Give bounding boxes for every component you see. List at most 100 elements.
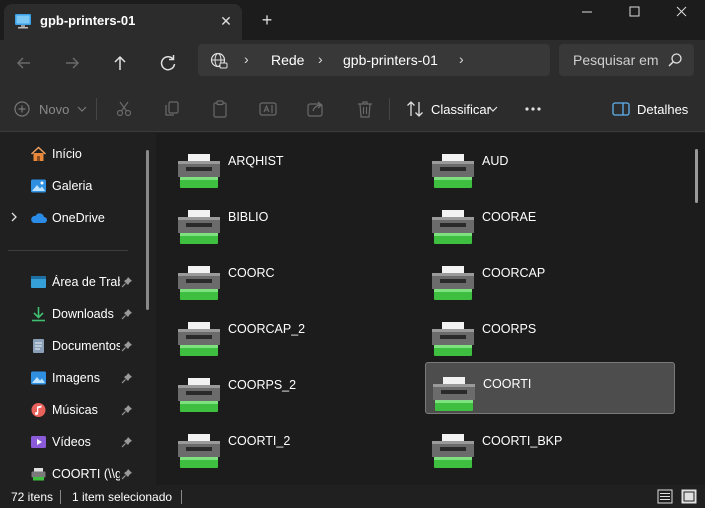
sidebar-item-documentos[interactable]: Documentos (0, 332, 140, 360)
sidebar-item-area-de-trabalho[interactable]: Área de Trabalho (0, 268, 140, 296)
copy-icon[interactable] (162, 100, 182, 118)
title-bar: gpb-printers-01 ✕ + (0, 0, 705, 40)
home-icon (30, 146, 47, 161)
printer-icon (178, 378, 220, 412)
cut-icon[interactable] (114, 100, 134, 118)
printer-item-coorps-2[interactable]: COORPS_2 (156, 363, 406, 415)
back-arrow-icon[interactable] (10, 49, 38, 77)
pin-icon[interactable] (121, 436, 133, 448)
pin-icon[interactable] (121, 276, 133, 288)
printer-name: COORPS (482, 322, 537, 336)
printer-name: COORPS_2 (228, 378, 297, 392)
sidebar-item-musicas[interactable]: Músicas (0, 396, 140, 424)
share-icon[interactable] (306, 100, 326, 118)
sidebar-scrollbar[interactable] (146, 150, 149, 310)
sidebar-item-inicio[interactable]: Início (0, 140, 140, 168)
new-button[interactable]: Novo (39, 102, 69, 117)
details-button[interactable]: Detalhes (637, 102, 688, 117)
printer-icon (178, 434, 220, 468)
printer-name: COORAE (482, 210, 537, 224)
breadcrumb-chevron[interactable]: › (459, 51, 464, 67)
printer-icon (178, 322, 220, 356)
sidebar-item-coorti-printer[interactable]: COORTI (\\gpb-printers-01) (0, 460, 140, 485)
sidebar-item-imagens[interactable]: Imagens (0, 364, 140, 392)
sidebar-item-label: Vídeos (52, 435, 91, 449)
sidebar-item-galeria[interactable]: Galeria (0, 172, 140, 200)
more-options-icon[interactable] (523, 100, 543, 118)
printer-icon (432, 210, 474, 244)
sidebar-item-downloads[interactable]: Downloads (0, 300, 140, 328)
search-box[interactable] (559, 44, 694, 76)
sort-icon[interactable] (405, 100, 425, 118)
pin-icon[interactable] (121, 372, 133, 384)
sidebar-item-label: Documentos (52, 339, 120, 353)
up-arrow-icon[interactable] (106, 49, 134, 77)
search-input[interactable] (559, 44, 659, 76)
printer-item-coorti[interactable]: COORTI (425, 362, 675, 414)
printer-name: COORCAP (482, 266, 546, 280)
printer-item-coorti-bkp[interactable]: COORTI_BKP (410, 419, 660, 471)
forward-arrow-icon[interactable] (58, 49, 86, 77)
sidebar-divider (8, 250, 128, 251)
status-bar: 72 itens 1 item selecionado (0, 485, 705, 508)
documents-icon (33, 339, 44, 353)
sidebar-item-label: Galeria (52, 179, 93, 193)
paste-icon[interactable] (210, 100, 230, 118)
printer-item-coorc[interactable]: COORC (156, 251, 406, 303)
refresh-icon[interactable] (154, 49, 182, 77)
printer-name: COORTI_2 (228, 434, 291, 448)
status-divider (60, 490, 61, 504)
printer-item-coorae[interactable]: COORAE (410, 195, 660, 247)
sort-button[interactable]: Classificar (431, 102, 491, 117)
sidebar-item-videos[interactable]: Vídeos (0, 428, 140, 456)
delete-icon[interactable] (355, 100, 375, 118)
printer-item-coorcap[interactable]: COORCAP (410, 251, 660, 303)
breadcrumb-gpb-printers-01[interactable]: gpb-printers-01 (343, 52, 438, 68)
sidebar-item-label: Downloads (52, 307, 114, 321)
minimize-icon[interactable] (564, 0, 610, 26)
pin-icon[interactable] (121, 468, 133, 480)
close-window-icon[interactable] (659, 0, 705, 26)
breadcrumb-rede[interactable]: Rede (271, 52, 304, 68)
sidebar-item-onedrive[interactable]: OneDrive (0, 204, 140, 232)
tiles-view-icon[interactable] (681, 489, 697, 504)
rename-icon[interactable] (258, 100, 278, 118)
search-icon[interactable] (667, 52, 683, 68)
sidebar-item-label: OneDrive (52, 211, 105, 225)
printer-item-aud[interactable]: AUD (410, 139, 660, 191)
chevron-down-icon[interactable] (72, 100, 92, 118)
printer-icon (432, 434, 474, 468)
printer-name: COORC (228, 266, 275, 280)
maximize-icon[interactable] (612, 0, 658, 26)
tab-close-icon[interactable]: ✕ (216, 11, 236, 31)
command-bar: Novo Classificar Detalhes (0, 86, 705, 132)
tab-title: gpb-printers-01 (40, 13, 136, 28)
network-computer-icon (15, 14, 31, 29)
chevron-down-icon[interactable] (483, 100, 503, 118)
printer-item-coorcap-2[interactable]: COORCAP_2 (156, 307, 406, 359)
status-divider (181, 490, 182, 504)
printer-item-arqhist[interactable]: ARQHIST (156, 139, 406, 191)
printer-item-coorps[interactable]: COORPS (410, 307, 660, 359)
printer-name: COORTI_BKP (482, 434, 563, 448)
new-plus-icon[interactable] (12, 100, 32, 118)
pin-icon[interactable] (121, 340, 133, 352)
pin-icon[interactable] (121, 308, 133, 320)
window-tab[interactable]: gpb-printers-01 ✕ (4, 4, 242, 40)
downloads-icon (32, 307, 45, 322)
new-tab-button[interactable]: + (256, 9, 278, 31)
printer-item-coorti-2[interactable]: COORTI_2 (156, 419, 406, 471)
content-scrollbar[interactable] (695, 149, 698, 203)
navigation-bar: › Rede › gpb-printers-01 › (0, 40, 705, 86)
details-view-icon[interactable] (657, 489, 673, 504)
details-pane-icon[interactable] (611, 100, 631, 118)
printer-item-biblio[interactable]: BIBLIO (156, 195, 406, 247)
printer-icon (178, 266, 220, 300)
printer-name: BIBLIO (228, 210, 269, 224)
printer-icon (432, 322, 474, 356)
network-globe-icon (210, 52, 228, 69)
address-bar[interactable]: › Rede › gpb-printers-01 › (198, 44, 550, 76)
printer-icon (31, 468, 46, 481)
pin-icon[interactable] (121, 404, 133, 416)
printer-icon (433, 377, 475, 411)
